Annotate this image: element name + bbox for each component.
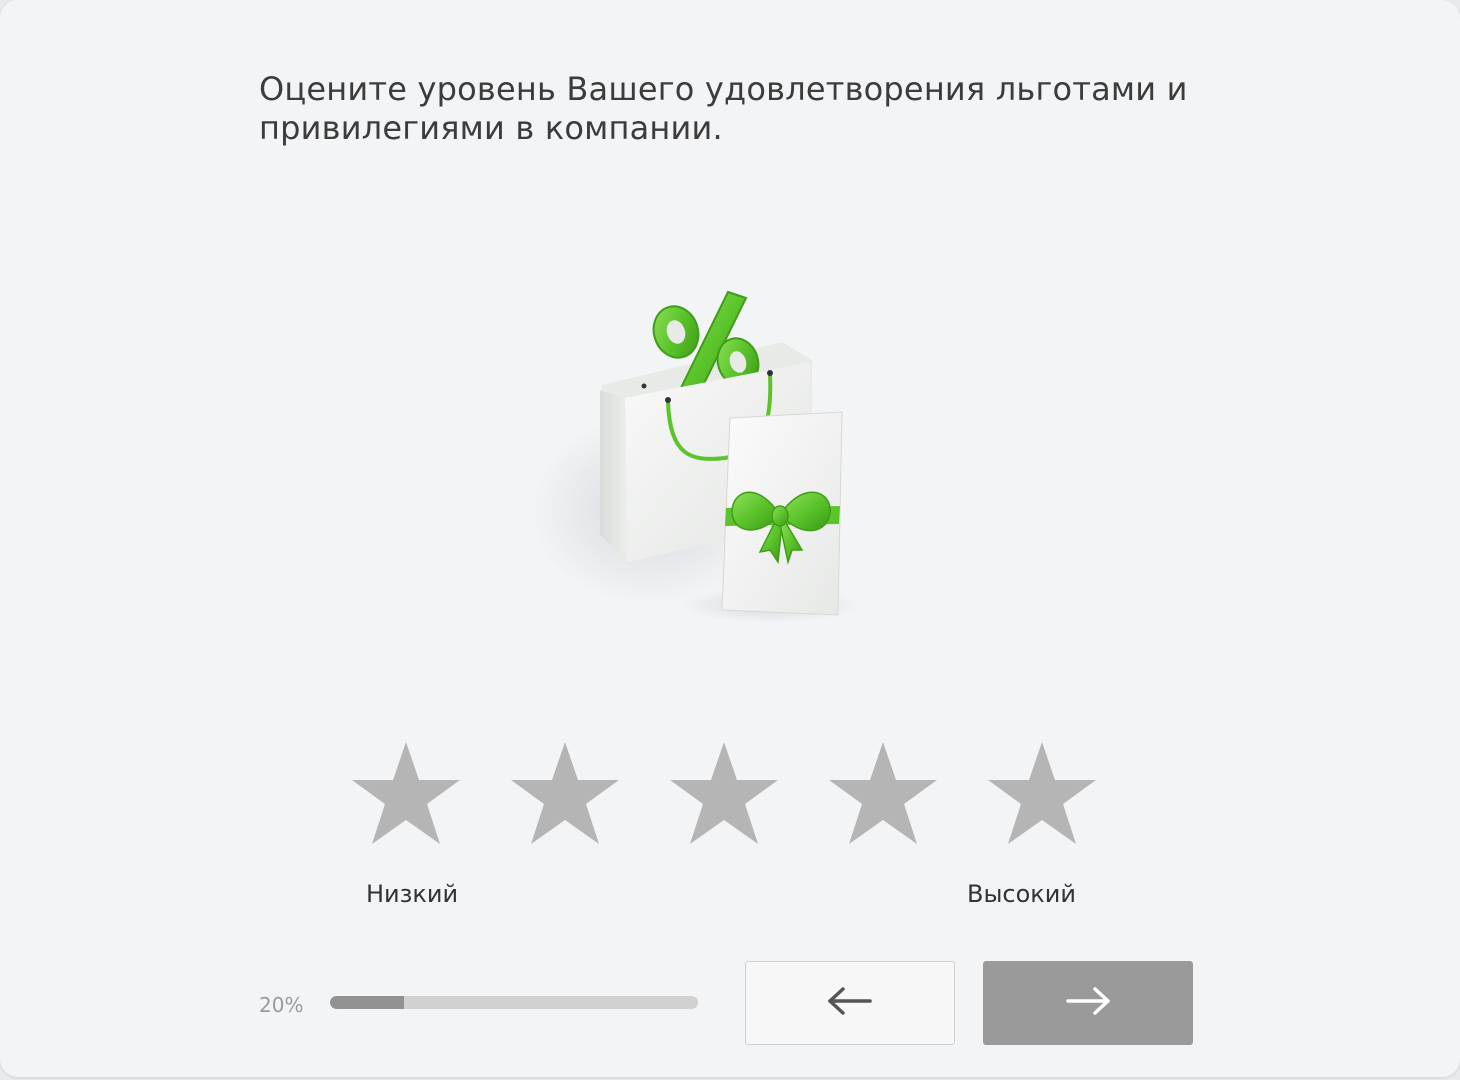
arrow-left-icon bbox=[826, 986, 874, 1020]
back-button[interactable] bbox=[745, 961, 955, 1045]
star-4-icon[interactable] bbox=[827, 740, 939, 850]
progress-bar bbox=[330, 996, 698, 1009]
next-button[interactable] bbox=[983, 961, 1193, 1045]
scale-low-label: Низкий bbox=[366, 880, 459, 908]
star-5-icon[interactable] bbox=[986, 740, 1098, 850]
survey-card: Оцените уровень Вашего удовлетворения ль… bbox=[0, 0, 1460, 1077]
star-3-icon[interactable] bbox=[668, 740, 780, 850]
arrow-right-icon bbox=[1064, 986, 1112, 1020]
progress-bar-fill bbox=[330, 996, 404, 1009]
progress-percent: 20% bbox=[259, 993, 304, 1017]
shopping-bag-percent-gift-card-icon bbox=[520, 280, 880, 630]
question-text: Оцените уровень Вашего удовлетворения ль… bbox=[259, 70, 1188, 147]
rating-stars bbox=[350, 740, 1110, 852]
star-1-icon[interactable] bbox=[350, 740, 462, 850]
star-2-icon[interactable] bbox=[509, 740, 621, 850]
scale-high-label: Высокий bbox=[967, 880, 1076, 908]
